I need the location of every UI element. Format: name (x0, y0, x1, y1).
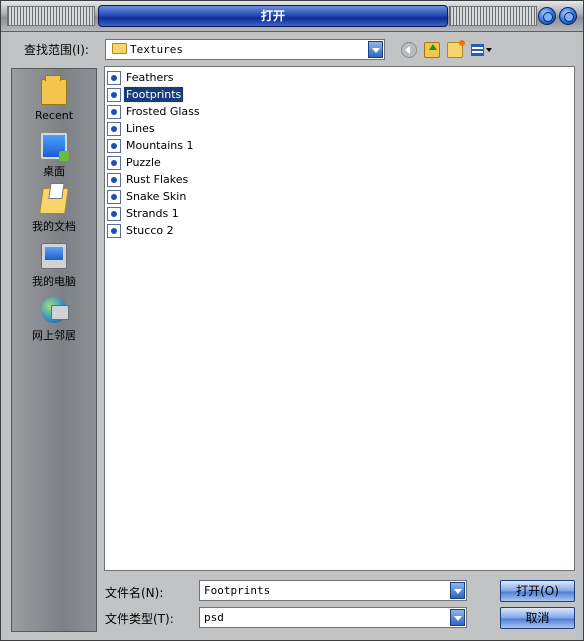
folder-icon (112, 43, 127, 54)
place-label: 我的电脑 (32, 275, 76, 288)
help-button[interactable] (538, 7, 556, 25)
computer-icon (41, 243, 67, 269)
psd-file-icon (107, 207, 121, 221)
cancel-button[interactable]: 取消 (500, 607, 575, 629)
file-name: Mountains 1 (126, 139, 194, 152)
file-name: Puzzle (126, 156, 161, 169)
file-name: Rust Flakes (126, 173, 189, 186)
psd-file-icon (107, 190, 121, 204)
file-name: Strands 1 (126, 207, 179, 220)
filename-input[interactable]: Footprints (199, 580, 467, 601)
psd-file-icon (107, 224, 121, 238)
file-name: Snake Skin (126, 190, 187, 203)
file-name: Footprints (122, 86, 185, 103)
place-label: 桌面 (43, 165, 65, 178)
desktop-icon (41, 133, 69, 161)
place-desktop[interactable]: 桌面 (12, 133, 96, 179)
up-folder-icon[interactable] (424, 42, 440, 58)
lookin-combobox[interactable]: Textures (105, 39, 385, 60)
chevron-down-icon[interactable] (368, 41, 383, 58)
documents-folder-icon (39, 188, 69, 214)
psd-file-icon (107, 139, 121, 153)
close-button[interactable] (559, 7, 577, 25)
psd-file-icon (107, 88, 121, 102)
back-arrow-icon[interactable] (401, 42, 417, 58)
title-grip-left (7, 6, 95, 26)
filetype-value: psd (204, 611, 224, 624)
view-menu-icon[interactable] (471, 42, 493, 58)
psd-file-icon (107, 122, 121, 136)
lookin-label: 查找范围(I): (24, 43, 89, 57)
file-list[interactable]: Feathers Footprints Frosted Glass Lines … (104, 66, 575, 571)
place-network[interactable]: 网上邻居 (12, 297, 96, 343)
lookin-value: Textures (130, 43, 183, 56)
open-button[interactable]: 打开(O) (500, 580, 575, 602)
place-recent[interactable]: Recent (12, 75, 96, 122)
filename-label: 文件名(N): (105, 586, 164, 600)
place-my-documents[interactable]: 我的文档 (12, 188, 96, 234)
place-label: Recent (34, 109, 74, 122)
new-folder-icon[interactable] (447, 40, 465, 58)
file-name: Frosted Glass (126, 105, 200, 118)
chevron-down-icon[interactable] (450, 582, 465, 599)
network-icon (41, 297, 69, 323)
psd-file-icon (107, 105, 121, 119)
places-bar: Recent 桌面 我的文档 我的电脑 网上邻居 (11, 68, 97, 632)
window-title: 打开 (98, 5, 448, 27)
place-my-computer[interactable]: 我的电脑 (12, 243, 96, 289)
psd-file-icon (107, 156, 121, 170)
title-grip-right (449, 6, 537, 26)
open-file-dialog: 打开 查找范围(I): Textures Recent 桌面 我的文档 我的电脑 (0, 0, 584, 641)
filename-value: Footprints (204, 584, 271, 597)
psd-file-icon (107, 71, 121, 85)
place-label: 我的文档 (32, 220, 76, 233)
title-bar[interactable]: 打开 (1, 1, 583, 32)
chevron-down-icon[interactable] (450, 609, 465, 626)
file-name: Stucco 2 (126, 224, 174, 237)
filetype-label: 文件类型(T): (105, 612, 174, 626)
file-name: Lines (126, 122, 155, 135)
psd-file-icon (107, 173, 121, 187)
place-label: 网上邻居 (32, 329, 76, 342)
recent-folder-icon (41, 75, 67, 105)
file-name: Feathers (126, 71, 174, 84)
filetype-select[interactable]: psd (199, 607, 467, 628)
